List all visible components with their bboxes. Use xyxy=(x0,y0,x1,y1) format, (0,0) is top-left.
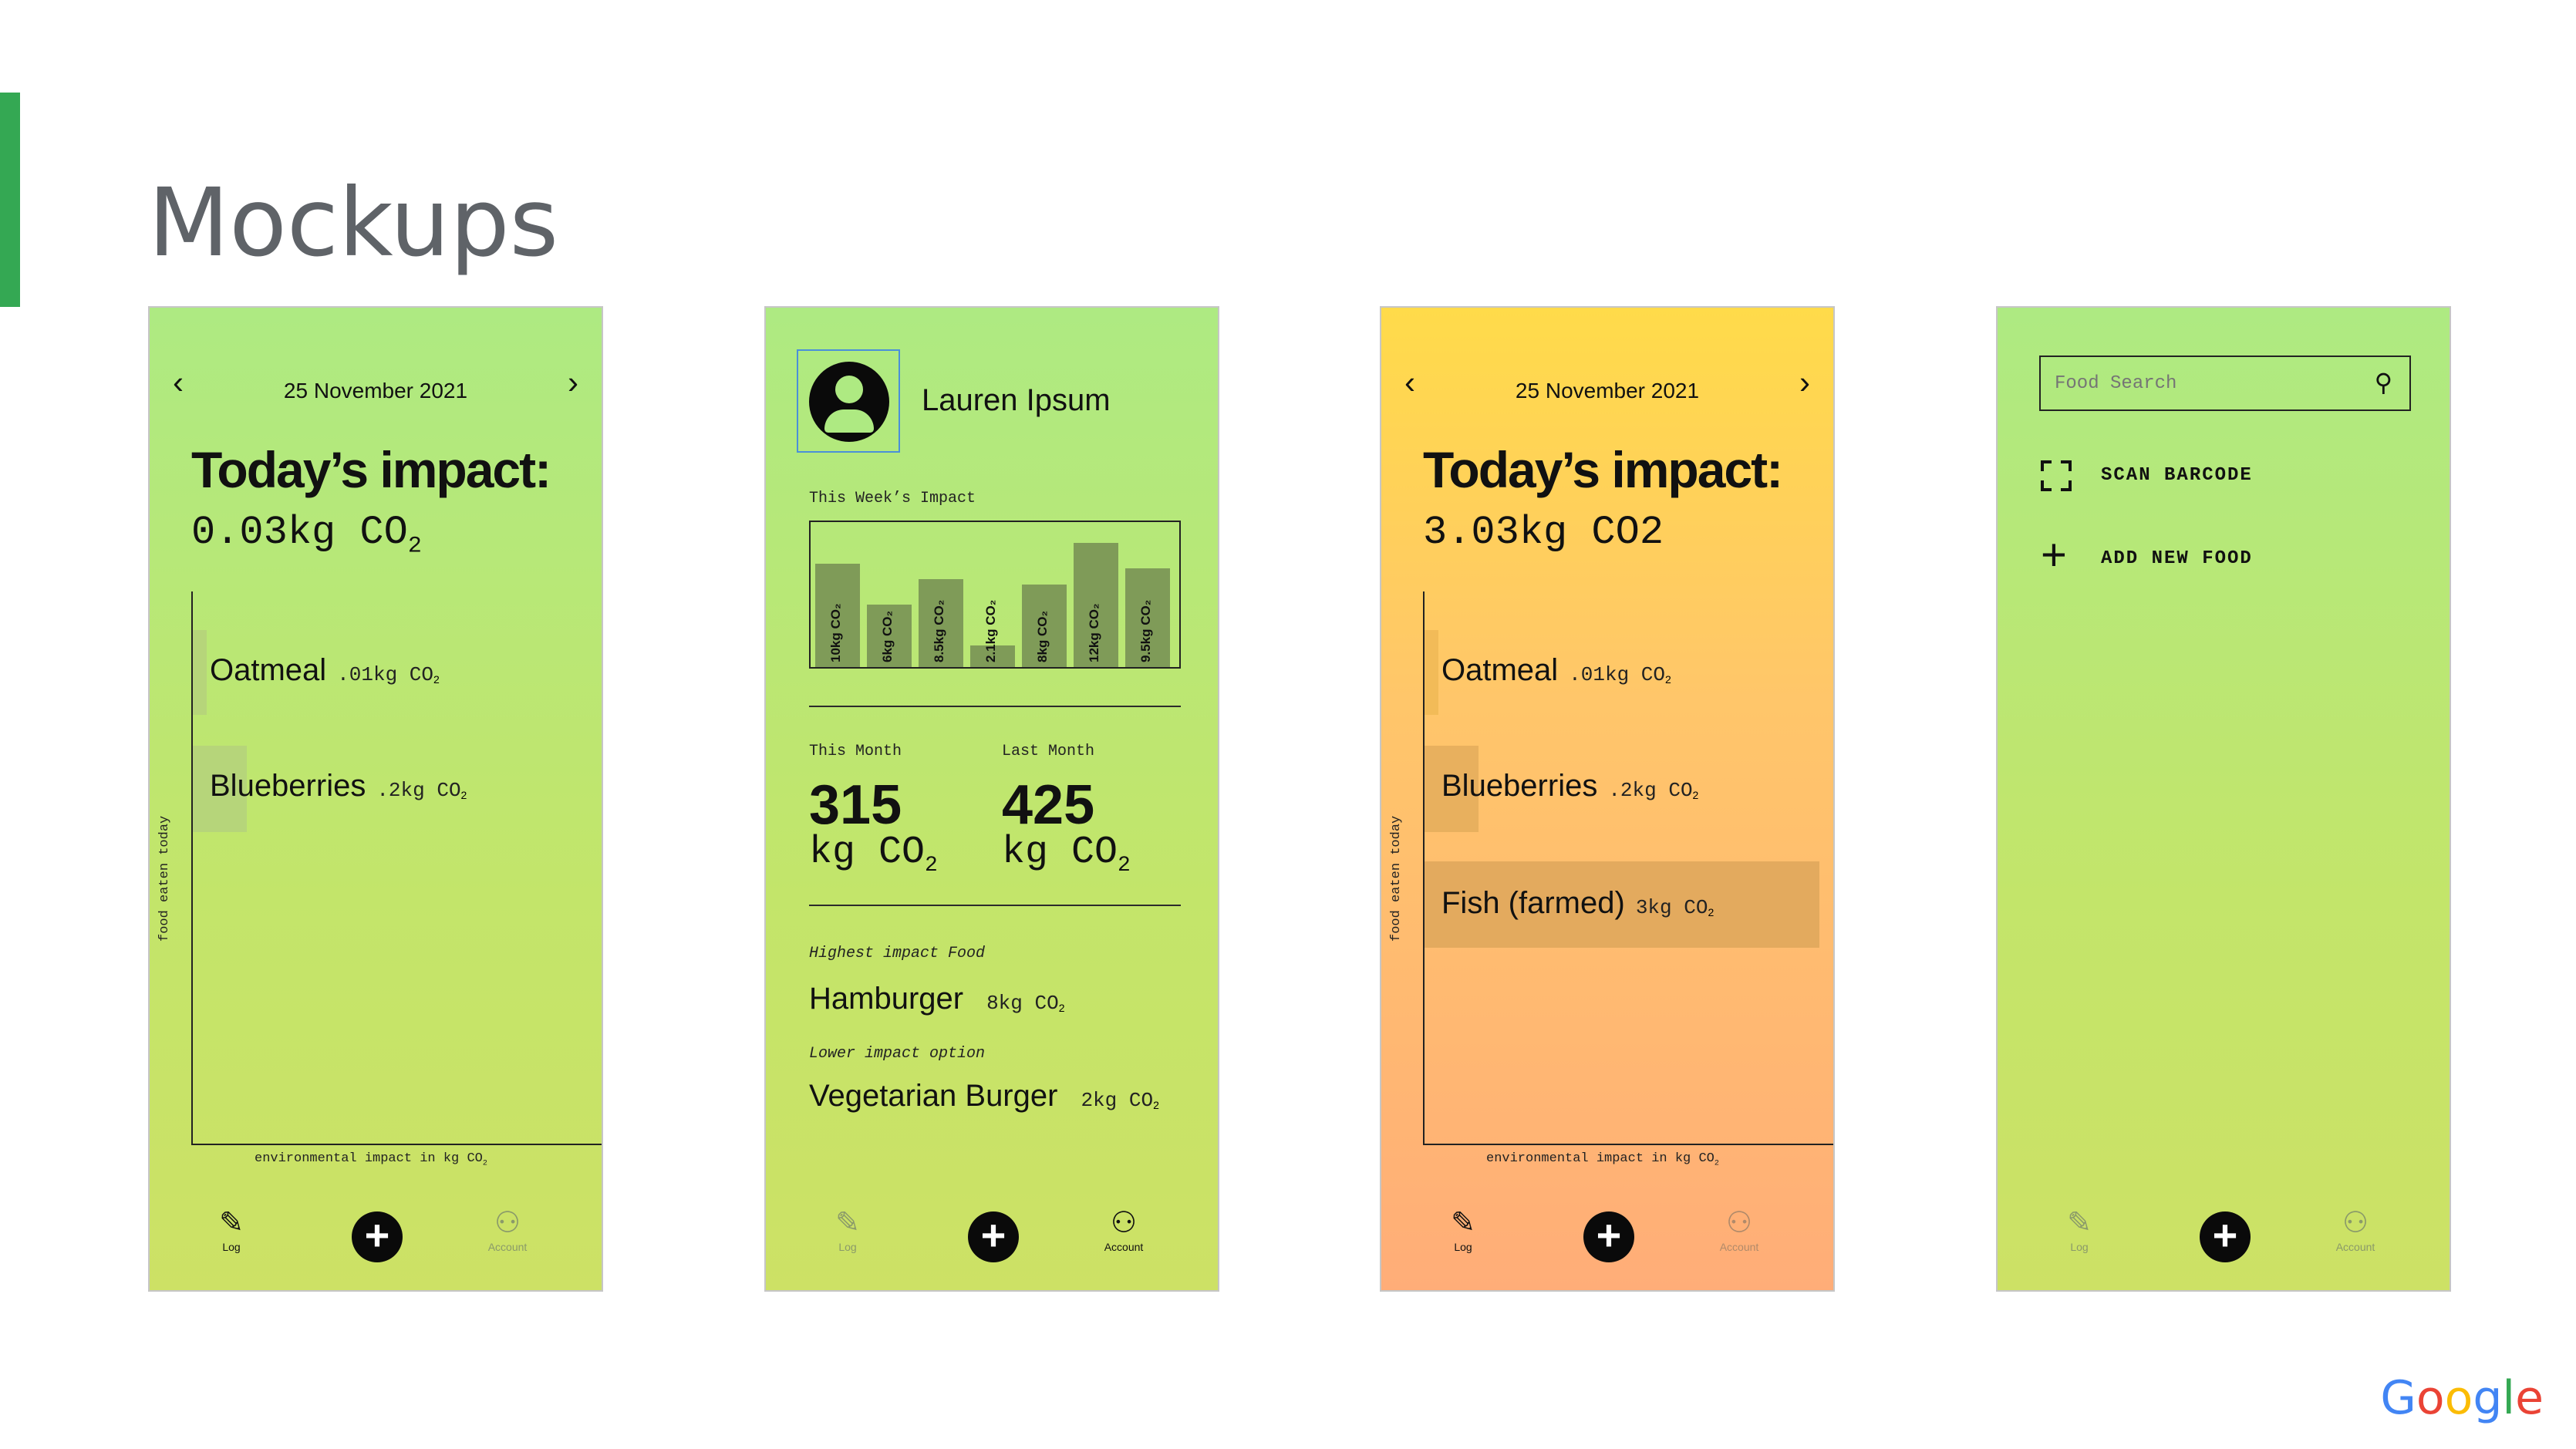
nav-log[interactable]: ✎ Log xyxy=(824,1208,871,1253)
week-bar-chart: 10kg CO₂ 6kg CO₂ 8.5kg CO₂ 2.1kg CO₂ 8kg CO₂… xyxy=(809,521,1181,669)
impact-value: 3.03kg CO2 xyxy=(1423,510,1664,555)
person-icon: ⚇ xyxy=(1725,1207,1753,1239)
impact-title: Today’s impact: xyxy=(191,441,551,498)
add-food-button[interactable]: + xyxy=(968,1211,1019,1262)
food-item[interactable]: Fish (farmed) 3kg CO2 xyxy=(1441,886,1714,921)
y-axis-label: food eaten today xyxy=(157,815,172,942)
divider xyxy=(809,706,1181,707)
x-axis-label: environmental impact in kg CO2 xyxy=(1486,1151,1719,1168)
lower-food[interactable]: Vegetarian Burger 2kg CO2 xyxy=(809,1079,1159,1114)
edit-icon: ✎ xyxy=(1451,1207,1475,1239)
week-bar-label: 2.1kg CO₂ xyxy=(983,599,998,662)
last-month-unit: kg CO2 xyxy=(1002,831,1131,878)
food-search-box[interactable]: ⚲ xyxy=(2039,356,2411,411)
week-bar-label: 8.5kg CO₂ xyxy=(932,599,946,662)
person-icon: ⚇ xyxy=(494,1207,521,1239)
add-food-button[interactable]: + xyxy=(352,1211,403,1262)
highest-food[interactable]: Hamburger 8kg CO2 xyxy=(809,982,1065,1016)
plus-icon: + xyxy=(1596,1211,1622,1259)
plus-icon: + xyxy=(980,1211,1006,1259)
last-month-label: Last Month xyxy=(1002,743,1095,760)
date-label: 25 November 2021 xyxy=(283,379,468,403)
person-icon: ⚇ xyxy=(1110,1207,1138,1239)
impact-value: 0.03kg CO2 xyxy=(191,510,422,560)
divider xyxy=(809,905,1181,906)
nav-account[interactable]: ⚇ Account xyxy=(477,1208,538,1253)
google-logo: Google xyxy=(2380,1371,2544,1425)
food-search-input[interactable] xyxy=(2055,371,2348,396)
week-bar-label: 6kg CO₂ xyxy=(880,610,895,662)
avatar-frame[interactable] xyxy=(797,349,900,453)
lower-label: Lower impact option xyxy=(809,1045,986,1063)
plus-icon: + xyxy=(2041,530,2067,580)
food-item[interactable]: Blueberries .2kg CO2 xyxy=(1441,769,1698,804)
plus-icon: + xyxy=(2212,1211,2238,1259)
scan-icon xyxy=(2041,460,2072,491)
nav-log[interactable]: ✎ Log xyxy=(208,1208,255,1253)
add-food-button[interactable]: + xyxy=(2200,1211,2251,1262)
edit-icon: ✎ xyxy=(835,1207,860,1239)
user-name: Lauren Ipsum xyxy=(922,383,1111,417)
food-item[interactable]: Blueberries .2kg CO2 xyxy=(210,769,467,804)
week-title: This Week’s Impact xyxy=(809,490,976,507)
phone-screen-account: Lauren Ipsum This Week’s Impact 10kg CO₂… xyxy=(764,306,1219,1292)
nav-account[interactable]: ⚇ Account xyxy=(2325,1208,2386,1253)
y-axis-label: food eaten today xyxy=(1389,815,1404,942)
impact-bar xyxy=(193,630,207,715)
chevron-right-icon[interactable]: › xyxy=(1799,366,1810,399)
week-bar-label: 9.5kg CO₂ xyxy=(1138,599,1153,662)
phone-screen-log: ‹ 25 November 2021 › Today’s impact: 0.0… xyxy=(148,306,603,1292)
phone-screen-add-food: ⚲ SCAN BARCODE + ADD NEW FOOD ✎ Log + ⚇ … xyxy=(1996,306,2451,1292)
food-item[interactable]: Oatmeal .01kg CO2 xyxy=(210,653,440,688)
x-axis-label: environmental impact in kg CO2 xyxy=(255,1151,487,1168)
nav-log[interactable]: ✎ Log xyxy=(1440,1208,1486,1253)
bottom-nav: ✎ Log + ⚇ Account xyxy=(766,1182,1218,1290)
avatar xyxy=(809,362,889,442)
highest-label: Highest impact Food xyxy=(809,945,986,962)
nav-account[interactable]: ⚇ Account xyxy=(1708,1208,1770,1253)
phone-screen-log-high: ‹ 25 November 2021 › Today’s impact: 3.0… xyxy=(1380,306,1835,1292)
bottom-nav: ✎ Log + ⚇ Account xyxy=(150,1182,602,1290)
week-bar-label: 8kg CO₂ xyxy=(1035,610,1050,662)
accent-bar xyxy=(0,93,20,307)
date-label: 25 November 2021 xyxy=(1515,379,1700,403)
impact-bar xyxy=(1425,630,1438,715)
this-month-value: 315 xyxy=(809,774,902,836)
nav-log[interactable]: ✎ Log xyxy=(2056,1208,2102,1253)
bottom-nav: ✎ Log + ⚇ Account xyxy=(1998,1182,2450,1290)
person-icon xyxy=(835,376,863,403)
slide-title: Mockups xyxy=(148,168,559,278)
plus-icon: + xyxy=(364,1211,390,1259)
x-axis xyxy=(1423,1144,1833,1145)
chevron-right-icon[interactable]: › xyxy=(568,366,578,399)
last-month-value: 425 xyxy=(1002,774,1095,836)
person-icon: ⚇ xyxy=(2342,1207,2369,1239)
nav-account[interactable]: ⚇ Account xyxy=(1093,1208,1155,1253)
this-month-label: This Month xyxy=(809,743,902,760)
x-axis xyxy=(191,1144,602,1145)
this-month-unit: kg CO2 xyxy=(809,831,938,878)
search-icon[interactable]: ⚲ xyxy=(2375,368,2392,397)
bottom-nav: ✎ Log + ⚇ Account xyxy=(1381,1182,1833,1290)
edit-icon: ✎ xyxy=(219,1207,244,1239)
impact-title: Today’s impact: xyxy=(1423,441,1783,498)
add-food-button[interactable]: + xyxy=(1583,1211,1634,1262)
week-bar-label: 12kg CO₂ xyxy=(1087,603,1101,662)
food-item[interactable]: Oatmeal .01kg CO2 xyxy=(1441,653,1671,688)
week-bar-label: 10kg CO₂ xyxy=(828,603,843,662)
edit-icon: ✎ xyxy=(2067,1207,2092,1239)
